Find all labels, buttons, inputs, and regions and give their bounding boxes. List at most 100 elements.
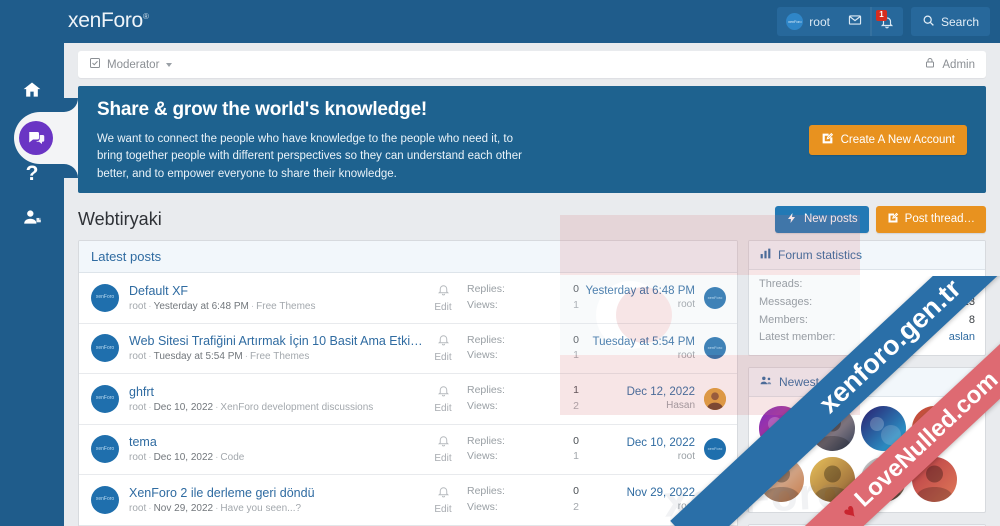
newest-members-header: Newest members bbox=[749, 368, 985, 398]
avatar[interactable] bbox=[759, 457, 804, 503]
statistic-row: Members: 8 bbox=[759, 312, 975, 330]
conversations-button[interactable] bbox=[839, 7, 871, 36]
post-row-stats: Replies: 0 Views: 1 bbox=[467, 282, 579, 314]
bell-icon[interactable] bbox=[437, 384, 450, 401]
edit-link[interactable]: Edit bbox=[425, 504, 461, 515]
table-row[interactable]: xenForo Web Sitesi Trafiğini Artırmak İçi… bbox=[79, 324, 737, 374]
statistic-value: 15 bbox=[962, 278, 975, 290]
last-post-date[interactable]: Nov 29, 2022 bbox=[583, 487, 695, 499]
last-post-user[interactable]: root bbox=[583, 350, 695, 361]
site-logo[interactable]: xenForo® bbox=[68, 9, 149, 33]
bell-icon[interactable] bbox=[437, 333, 450, 350]
alerts-button[interactable]: 1 bbox=[871, 7, 903, 36]
thread-meta: root · Dec 10, 2022 · XenForo development di… bbox=[129, 402, 425, 413]
thread-title-link[interactable]: tema bbox=[129, 435, 425, 449]
post-row-stats: Replies: 0 Views: 1 bbox=[467, 333, 579, 365]
avatar[interactable]: xenForo bbox=[704, 438, 726, 461]
user-menu-button[interactable]: xenForo root bbox=[777, 7, 839, 36]
post-row-stats: Replies: 0 Views: 1 bbox=[467, 434, 579, 466]
bell-icon[interactable] bbox=[437, 485, 450, 502]
avatar[interactable]: xenForo bbox=[91, 334, 119, 363]
avatar-logo-text: xenForo bbox=[95, 395, 115, 402]
statistic-label: Messages: bbox=[759, 295, 813, 308]
last-post-date[interactable]: Yesterday at 6:48 PM bbox=[583, 285, 695, 297]
avatar[interactable]: xenForo bbox=[704, 488, 726, 511]
search-button-label: Search bbox=[940, 14, 979, 29]
avatar[interactable]: xenForo bbox=[704, 337, 726, 360]
avatar[interactable]: xenForo bbox=[91, 485, 119, 514]
rail-item-home[interactable] bbox=[0, 68, 64, 112]
create-account-button[interactable]: Create A New Account bbox=[808, 125, 967, 155]
newest-members-widget: Newest members bbox=[748, 367, 986, 514]
replies-label: Replies: bbox=[467, 333, 505, 346]
table-row[interactable]: xenForo XenForo 2 ile derleme geri döndü r… bbox=[79, 475, 737, 525]
avatar[interactable] bbox=[759, 406, 804, 452]
header-right-controls: xenForo root 1 Search bbox=[777, 7, 990, 36]
envelope-icon bbox=[848, 13, 862, 30]
new-posts-button[interactable]: New posts bbox=[774, 205, 869, 233]
avatar[interactable] bbox=[861, 457, 906, 503]
thread-forum-link[interactable]: Free Themes bbox=[250, 351, 309, 362]
moderator-menu[interactable]: Moderator bbox=[89, 57, 173, 72]
edit-link[interactable]: Edit bbox=[425, 453, 461, 464]
thread-author[interactable]: root bbox=[129, 301, 146, 312]
thread-author[interactable]: root bbox=[129, 351, 146, 362]
views-value: 1 bbox=[573, 349, 579, 362]
thread-author[interactable]: root bbox=[129, 503, 146, 514]
last-post-date[interactable]: Tuesday at 5:54 PM bbox=[583, 336, 696, 348]
avatar[interactable]: xenForo bbox=[91, 283, 119, 312]
thread-forum-link[interactable]: Free Themes bbox=[256, 301, 315, 312]
last-post-user[interactable]: root bbox=[583, 451, 695, 462]
bell-icon[interactable] bbox=[437, 434, 450, 451]
edit-link[interactable]: Edit bbox=[425, 403, 461, 414]
search-button[interactable]: Search bbox=[910, 7, 990, 36]
last-post-user[interactable]: root bbox=[583, 501, 695, 512]
admin-link[interactable]: Admin bbox=[924, 57, 975, 72]
thread-forum-link[interactable]: XenForo development discussions bbox=[220, 402, 373, 413]
replies-label: Replies: bbox=[467, 485, 505, 497]
thread-title-link[interactable]: ghfrt bbox=[129, 385, 425, 399]
avatar[interactable]: xenForo bbox=[91, 435, 119, 464]
views-value: 2 bbox=[573, 500, 579, 513]
bell-icon[interactable] bbox=[437, 283, 450, 300]
table-row[interactable]: xenForo Default XF root · Yesterday at 6:48 … bbox=[79, 273, 737, 324]
statistic-label: Threads: bbox=[759, 278, 803, 290]
avatar[interactable]: xenForo bbox=[704, 286, 726, 309]
last-post-date[interactable]: Dec 12, 2022 bbox=[583, 386, 695, 398]
avatar-logo-text: xenForo bbox=[707, 496, 723, 502]
thread-title-link[interactable]: XenForo 2 ile derleme geri döndü bbox=[129, 486, 425, 500]
post-thread-button[interactable]: Post thread… bbox=[875, 205, 986, 233]
avatar[interactable] bbox=[810, 457, 855, 503]
avatar[interactable]: xenForo bbox=[91, 384, 119, 413]
avatar[interactable] bbox=[810, 406, 855, 452]
table-row[interactable]: xenForo tema root · Dec 10, 2022 · Code Edit Rep… bbox=[79, 425, 737, 475]
avatar[interactable] bbox=[912, 457, 957, 503]
last-post-user[interactable]: root bbox=[583, 299, 695, 310]
table-row[interactable]: xenForo ghfrt root · Dec 10, 2022 · XenForo de… bbox=[79, 374, 737, 425]
rail-item-help[interactable]: ? bbox=[0, 152, 64, 196]
edit-link[interactable]: Edit bbox=[425, 352, 461, 363]
last-post-user[interactable]: Hasan bbox=[583, 400, 695, 411]
avatar[interactable] bbox=[912, 406, 957, 452]
avatar[interactable] bbox=[861, 406, 906, 452]
thread-forum-link[interactable]: Have you seen...? bbox=[220, 503, 301, 514]
thread-title-link[interactable]: Default XF bbox=[129, 284, 425, 298]
views-label: Views: bbox=[467, 399, 498, 412]
avatar-logo-text: xenForo bbox=[95, 344, 115, 351]
statistic-value[interactable]: aslan bbox=[949, 329, 975, 347]
secondary-nav-strip: Moderator Admin bbox=[78, 51, 986, 78]
last-post-date[interactable]: Dec 10, 2022 bbox=[583, 437, 695, 449]
rail-item-members[interactable] bbox=[0, 195, 64, 239]
thread-author[interactable]: root bbox=[129, 452, 146, 463]
thread-title-link[interactable]: Web Sitesi Trafiğini Artırmak İçin 10 Ba… bbox=[129, 334, 425, 348]
post-row-stats: Replies: 1 Views: 2 bbox=[467, 383, 579, 415]
avatar[interactable] bbox=[704, 387, 726, 410]
lightning-bolt-icon bbox=[786, 212, 798, 227]
thread-author[interactable]: root bbox=[129, 402, 146, 413]
edit-link[interactable]: Edit bbox=[425, 302, 461, 313]
user-menu-label: root bbox=[809, 14, 830, 29]
thread-meta: root · Nov 29, 2022 · Have you seen...? bbox=[129, 503, 425, 514]
page-title-buttons: New posts Post thread… bbox=[774, 205, 986, 233]
thread-forum-link[interactable]: Code bbox=[220, 452, 244, 463]
latest-posts-panel: Latest posts xenForo Default XF root · Yeste… bbox=[78, 240, 738, 526]
